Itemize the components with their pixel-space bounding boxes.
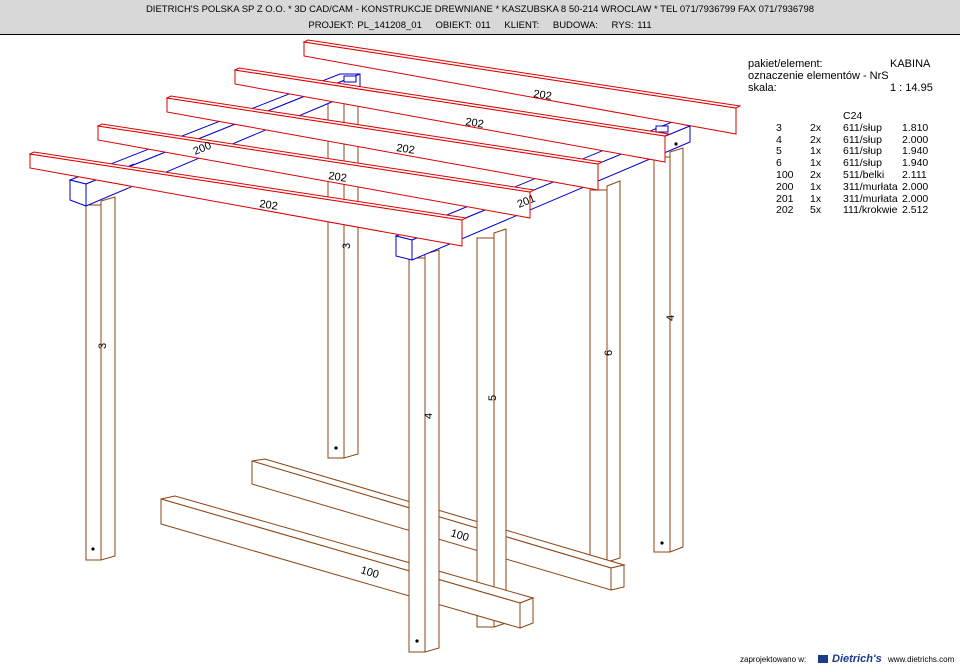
- label-rafter-5: 202: [259, 198, 279, 213]
- pergola-drawing: 202 202 202 202 202 200 201 100 100 3 3 …: [28, 39, 828, 663]
- part-profile: 611/słup: [843, 133, 882, 146]
- post-6-back: [589, 180, 621, 563]
- part-number: 201: [776, 192, 794, 205]
- package-label: pakiet/element:: [748, 58, 823, 70]
- parts-row: 202 5x 111/krokwie 2.512: [776, 204, 960, 216]
- label-post-3-left: 3: [97, 343, 109, 349]
- part-length: 2.111: [902, 168, 927, 181]
- post-4-back: [653, 147, 684, 553]
- package-value: KABINA: [890, 58, 931, 70]
- post-5-front: [476, 228, 507, 628]
- part-qty: 2x: [810, 133, 822, 146]
- part-profile: 511/belki: [843, 168, 885, 181]
- brand-name: Dietrich's: [832, 653, 882, 665]
- part-qty: 1x: [810, 192, 822, 205]
- parts-list: C24 3 2x 611/słup 1.810 4 2x 611/słup 2.…: [776, 110, 960, 216]
- label-post-3-back: 3: [341, 243, 353, 249]
- parts-row: 6 1x 611/słup 1.940: [776, 157, 960, 169]
- scale-label: skala:: [748, 82, 777, 94]
- part-length: 2.000: [902, 133, 929, 146]
- part-profile: 311/murłata: [843, 180, 898, 193]
- website-link[interactable]: www.dietrichs.com: [888, 655, 954, 664]
- label-post-5: 5: [487, 395, 499, 401]
- part-qty: 1x: [810, 157, 822, 170]
- label-rafter-1: 202: [533, 88, 553, 103]
- part-length: 1.810: [902, 121, 929, 134]
- parts-row: 5 1x 611/słup 1.940: [776, 145, 960, 157]
- part-number: 100: [776, 168, 794, 181]
- parts-row: 100 2x 511/belki 2.111: [776, 169, 960, 181]
- parts-row: 200 1x 311/murłata 2.000: [776, 181, 960, 193]
- part-qty: 5x: [810, 204, 822, 217]
- part-length: 2.000: [902, 180, 929, 193]
- label-rafter-2: 202: [465, 116, 485, 131]
- label-post-4-front: 4: [423, 413, 435, 419]
- part-qty: 2x: [810, 168, 822, 181]
- post-4-front: [408, 249, 440, 653]
- part-qty: 1x: [810, 180, 822, 193]
- part-length: 1.940: [902, 157, 929, 170]
- part-profile: 611/słup: [843, 121, 882, 134]
- marking-line: oznaczenie elementów - NrS: [748, 70, 889, 82]
- post-3-left: [85, 196, 116, 561]
- material-grade: C24: [843, 110, 863, 122]
- part-number: 6: [776, 157, 782, 170]
- footer-credit: zaprojektowano w: Dietrich's www.dietric…: [740, 652, 958, 668]
- parts-row: 201 1x 311/murłata 2.000: [776, 193, 960, 205]
- part-number: 202: [776, 204, 794, 217]
- part-number: 5: [776, 145, 782, 158]
- parts-header-row: C24: [776, 110, 960, 122]
- part-number: 3: [776, 121, 782, 134]
- designed-with-label: zaprojektowano w:: [740, 655, 807, 664]
- part-length: 2.512: [902, 204, 929, 217]
- part-qty: 2x: [810, 121, 822, 134]
- label-rafter-3: 202: [396, 142, 416, 157]
- part-number: 4: [776, 133, 782, 146]
- part-qty: 1x: [810, 145, 822, 158]
- part-length: 2.000: [902, 192, 929, 205]
- parts-row: 4 2x 611/słup 2.000: [776, 134, 960, 146]
- part-number: 200: [776, 180, 794, 193]
- part-profile: 111/krokwie: [843, 204, 898, 217]
- parts-row: 3 2x 611/słup 1.810: [776, 122, 960, 134]
- scale-value: 1 : 14.95: [890, 82, 933, 94]
- label-post-4-back: 4: [665, 315, 677, 321]
- label-post-6: 6: [603, 350, 615, 356]
- part-length: 1.940: [902, 145, 929, 158]
- part-profile: 611/słup: [843, 157, 882, 170]
- part-profile: 311/murłata: [843, 192, 898, 205]
- part-profile: 611/słup: [843, 145, 882, 158]
